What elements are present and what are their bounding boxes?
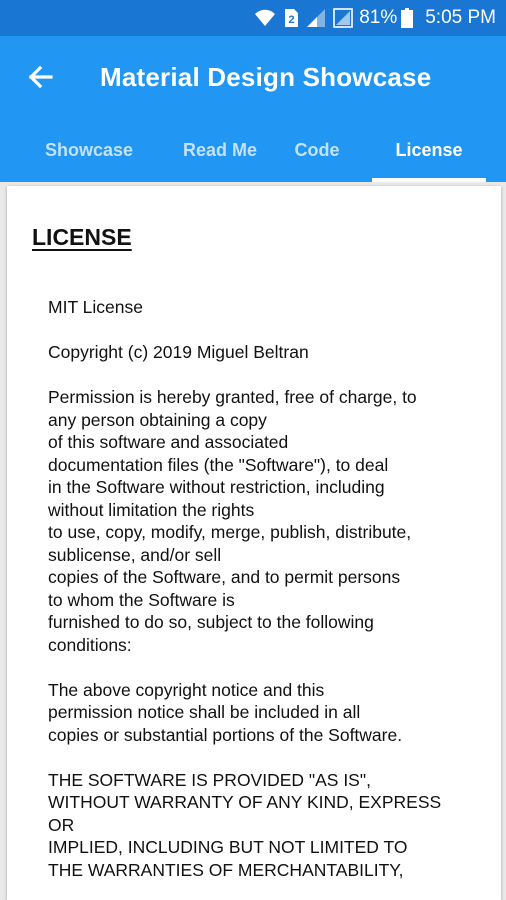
paragraph-warranty: THE SOFTWARE IS PROVIDED "AS IS", WITHOU…: [48, 769, 442, 880]
license-heading: LICENSE: [32, 224, 132, 250]
toolbar: Material Design Showcase: [0, 36, 506, 118]
status-bar: 2 81% 5:05 PM: [0, 0, 506, 36]
tab-showcase[interactable]: Showcase: [0, 118, 178, 182]
tab-license[interactable]: License: [372, 118, 486, 182]
paragraph-notice: The above copyright notice and this perm…: [48, 679, 403, 745]
back-arrow-icon[interactable]: [22, 59, 58, 95]
svg-text:2: 2: [289, 14, 295, 26]
license-card: LICENSE MIT License Copyright (c) 2019 M…: [7, 186, 501, 900]
app-bar: Material Design Showcase Showcase Read M…: [0, 36, 506, 182]
sim-icon: 2: [283, 8, 299, 28]
license-text: MIT License Copyright (c) 2019 Miguel Be…: [48, 296, 478, 900]
clock: 5:05 PM: [425, 7, 496, 28]
wifi-icon: [255, 9, 276, 27]
tab-code[interactable]: Code: [262, 118, 372, 182]
signal-icon: [333, 8, 354, 28]
signal-icon: [307, 9, 326, 27]
tab-bar: Showcase Read Me Code License: [0, 118, 506, 182]
paragraph-copyright: Copyright (c) 2019 Miguel Beltran: [48, 342, 309, 362]
page-title: Material Design Showcase: [100, 61, 432, 92]
tab-read-me[interactable]: Read Me: [178, 118, 262, 182]
paragraph-license-name: MIT License: [48, 297, 143, 317]
battery-icon: [401, 8, 414, 28]
battery-percent: 81%: [359, 7, 398, 28]
paragraph-permission: Permission is hereby granted, free of ch…: [48, 387, 417, 655]
